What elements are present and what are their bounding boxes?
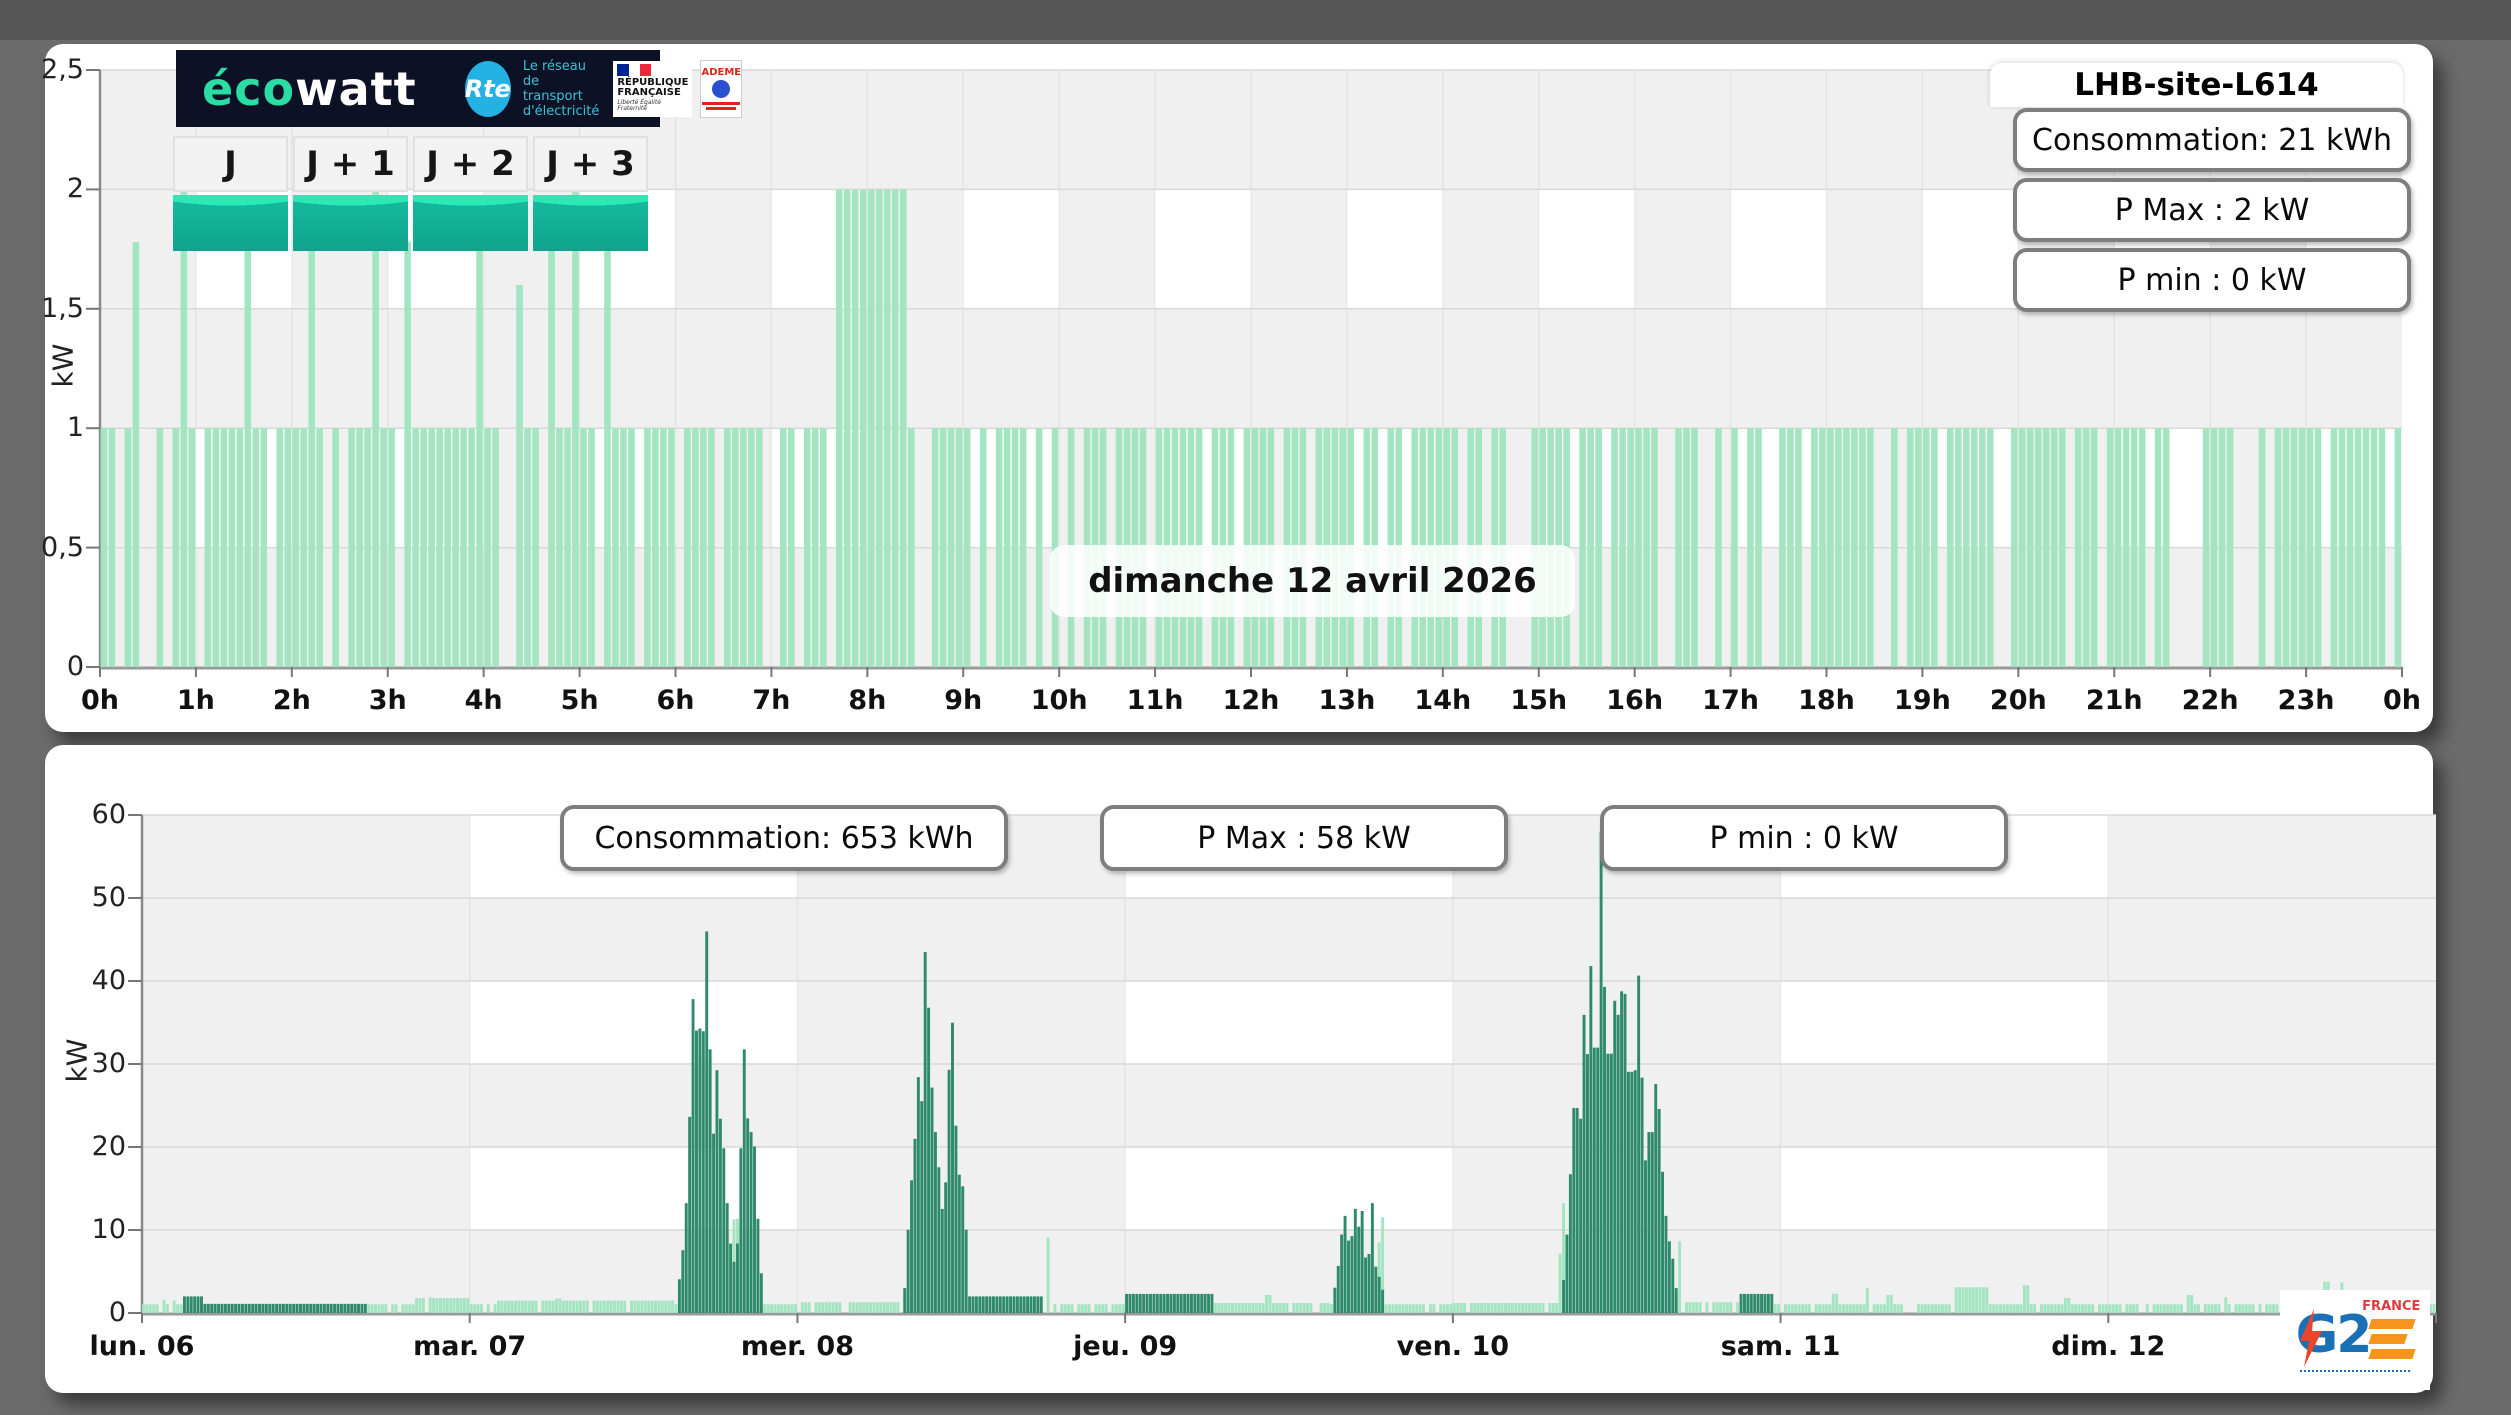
rte-tagline: Le réseau de transport d'électricité: [522, 58, 600, 119]
g2-e-bars-icon: [2368, 1318, 2417, 1359]
y-tick-label: 0,5: [41, 531, 84, 563]
y-tick-label: 40: [91, 965, 126, 996]
ecowatt-green-signal-icon: [173, 195, 288, 251]
stat-chip: Consommation: 21 kWh: [2013, 108, 2411, 172]
forecast-tab-jplus-2[interactable]: J + 2: [413, 136, 528, 251]
rte-logo-icon: Rte: [464, 60, 511, 117]
french-flag-icon: [617, 63, 652, 76]
window-top-strip: [0, 0, 2511, 40]
stat-chip: P min : 0 kW: [1600, 805, 2008, 871]
forecast-tab-j[interactable]: J: [173, 136, 288, 251]
y-tick-label: 20: [91, 1131, 126, 1162]
y-tick-label: 2,5: [41, 54, 84, 85]
y-tick-label: 30: [91, 1048, 126, 1079]
x-tick-label: 0h: [2382, 685, 2421, 716]
x-tick-label: mer. 08: [740, 1331, 854, 1362]
app-window: kW écowatt Rte Le réseau de transport d'…: [0, 0, 2511, 1415]
y-tick-label: 1,5: [41, 292, 84, 324]
y-tick-label: 2: [66, 173, 84, 205]
gov-motto: Liberté Égalité Fraternité: [617, 98, 661, 112]
ademe-logo: ADEME: [700, 59, 743, 118]
forecast-tab-label: J + 2: [413, 136, 528, 192]
ecowatt-green-signal-icon: [533, 195, 648, 251]
ecowatt-green-signal-icon: [413, 195, 528, 251]
ecowatt-logo: écowatt: [202, 61, 417, 116]
ecowatt-green-signal-icon: [293, 195, 408, 251]
x-tick-label: dim. 12: [2051, 1331, 2166, 1362]
y-tick-label: 50: [91, 882, 126, 913]
lightning-bolt-icon: [2299, 1308, 2322, 1367]
forecast-tab-label: J + 3: [533, 136, 648, 192]
stat-chip: P Max : 2 kW: [2013, 178, 2411, 242]
site-title: LHB-site-L614: [1990, 63, 2403, 107]
ademe-globe-icon: [712, 80, 731, 98]
forecast-tab-jplus-3[interactable]: J + 3: [533, 136, 648, 251]
x-tick-label: sam. 11: [1720, 1331, 1841, 1362]
ecowatt-banner: écowatt Rte Le réseau de transport d'éle…: [176, 50, 743, 127]
stat-chip: Consommation: 653 kWh: [560, 805, 1008, 871]
y-tick-label: 10: [91, 1214, 126, 1245]
panel-week-chart: kW G2 FRANCE 0 10 20 30 40 50 60 lun. 06 mar. 07…: [45, 745, 2437, 1393]
republique-francaise-logo: RÉPUBLIQUE FRANÇAISE Liberté Égalité Frat…: [613, 60, 693, 117]
x-tick-label: mar. 07: [413, 1331, 527, 1362]
forecast-tab-label: J + 1: [293, 136, 408, 192]
y-tick-label: 0: [108, 1297, 126, 1328]
forecast-tab-jplus-1[interactable]: J + 1: [293, 136, 408, 251]
week-chart-canvas[interactable]: [128, 814, 2437, 1323]
y-tick-label: 60: [91, 799, 126, 830]
x-tick-label: ven. 10: [1396, 1331, 1510, 1362]
stat-chip: P min : 0 kW: [2013, 248, 2411, 312]
forecast-tab-label: J: [173, 136, 288, 192]
forecast-day-tabs: JJ + 1J + 2J + 3: [173, 136, 648, 251]
y-tick-label: 0: [66, 651, 84, 682]
stat-chip: P Max : 58 kW: [1100, 805, 1508, 871]
x-tick-label: lun. 06: [89, 1331, 195, 1362]
g2-france-logo: G2 FRANCE: [2280, 1290, 2430, 1390]
day-chart-y-axis-unit: kW: [46, 343, 80, 387]
y-tick-label: 1: [66, 412, 84, 444]
date-overlay-label: dimanche 12 avril 2026: [1050, 545, 1575, 617]
panel-day-chart: kW écowatt Rte Le réseau de transport d'…: [41, 44, 2433, 732]
x-tick-label: jeu. 09: [1073, 1331, 1178, 1362]
